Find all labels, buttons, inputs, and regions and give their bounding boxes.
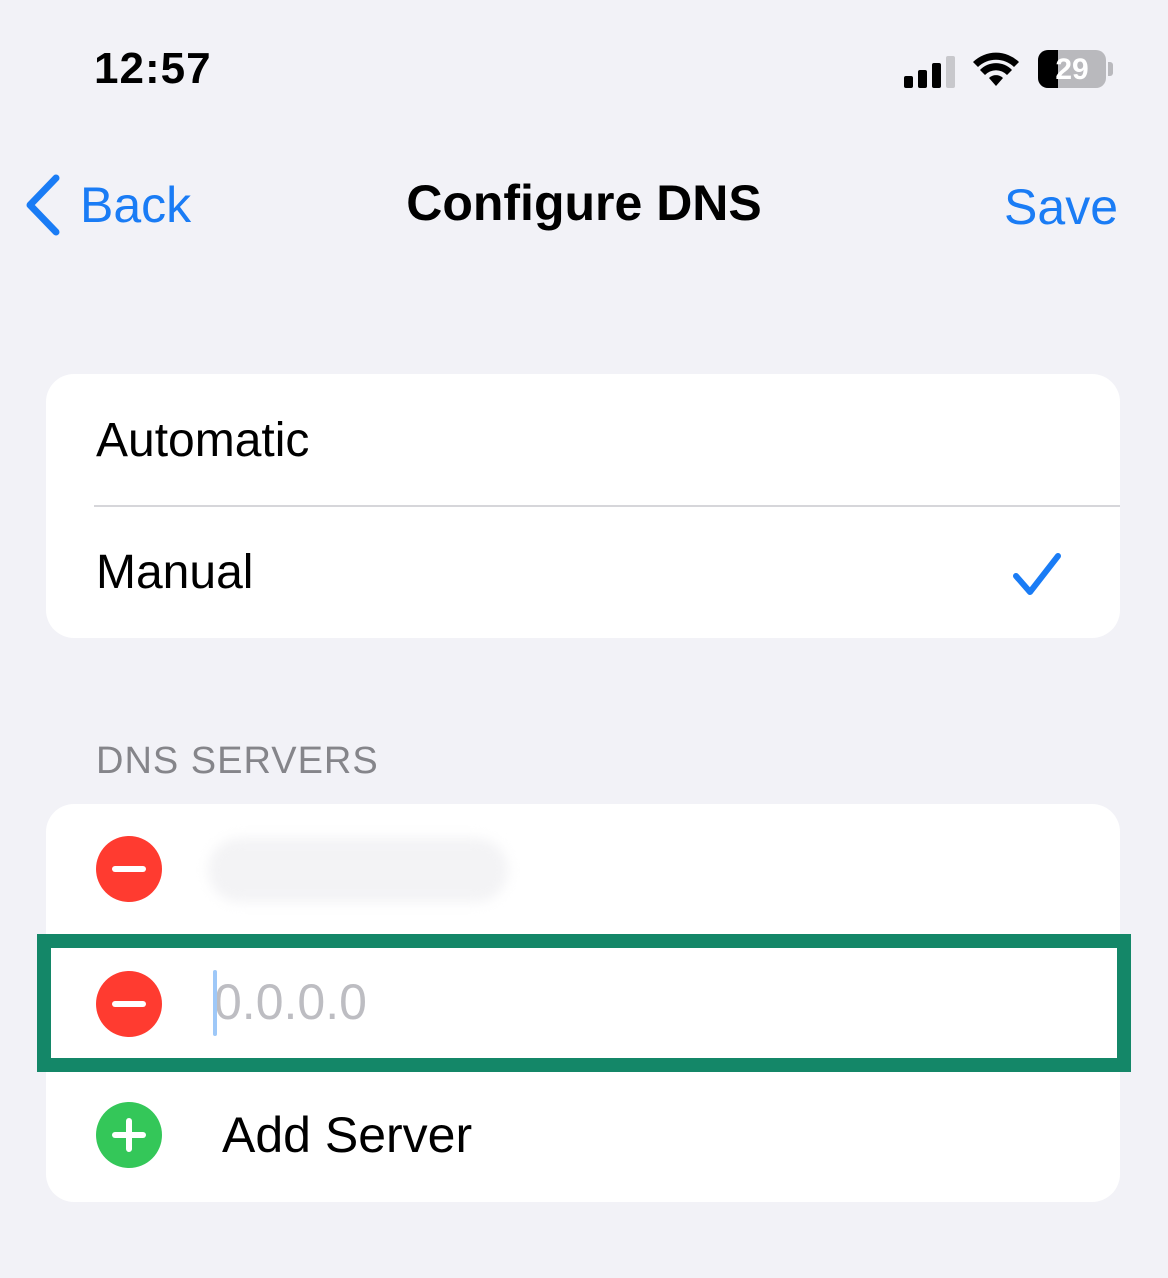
plus-icon-vertical: [126, 1118, 132, 1152]
battery-icon: 29: [1038, 50, 1106, 88]
option-manual[interactable]: Manual: [46, 506, 1120, 638]
dns-servers-group: Add Server: [46, 804, 1120, 1202]
status-time: 12:57: [94, 44, 212, 93]
battery-level: 29: [1055, 53, 1089, 86]
text-cursor: [213, 970, 217, 1036]
dns-mode-group: Automatic Manual: [46, 374, 1120, 638]
navigation-bar: Back Configure DNS Save: [0, 150, 1168, 260]
minus-icon: [112, 1001, 146, 1007]
dns-server-row: [46, 936, 1120, 1068]
cellular-signal-icon: [904, 54, 956, 88]
dns-server-row: [46, 804, 1120, 936]
wifi-icon: [973, 52, 1019, 86]
minus-icon: [112, 866, 146, 872]
option-manual-label: Manual: [96, 545, 254, 599]
option-automatic[interactable]: Automatic: [46, 374, 1120, 506]
add-server-row[interactable]: Add Server: [46, 1070, 1120, 1202]
remove-server-button[interactable]: [96, 836, 162, 902]
dns-servers-header: DNS SERVERS: [96, 740, 379, 782]
save-button[interactable]: Save: [1004, 178, 1118, 236]
add-server-label[interactable]: Add Server: [222, 1106, 472, 1164]
dns-server-input[interactable]: [214, 966, 914, 1038]
page-title: Configure DNS: [406, 175, 762, 231]
redacted-server-address: [208, 838, 508, 902]
checkmark-icon: [1013, 553, 1061, 595]
battery-tip: [1108, 62, 1113, 76]
option-automatic-label: Automatic: [96, 413, 310, 467]
add-server-button[interactable]: [96, 1102, 162, 1168]
status-bar: 12:57 29: [0, 0, 1168, 140]
remove-server-button[interactable]: [96, 971, 162, 1037]
